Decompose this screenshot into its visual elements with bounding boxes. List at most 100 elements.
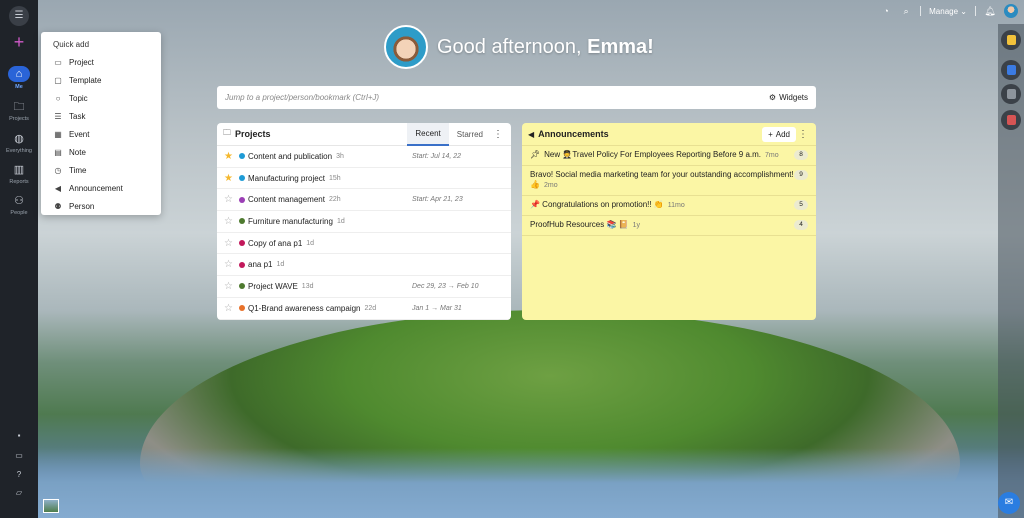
announcement-title: 📌 Congratulations on promotion!! 👏 — [530, 200, 664, 209]
announcements-button[interactable] — [1001, 84, 1021, 104]
quick-add-task[interactable]: ☰ Task — [41, 108, 161, 126]
greeting: Good afternoon, Emma! — [384, 25, 654, 69]
keyboard-icon[interactable]: ▭ — [13, 451, 25, 463]
megaphone-icon — [1006, 89, 1016, 99]
quick-add-button[interactable]: + — [0, 32, 38, 53]
sidebar-item-projects[interactable]: 🗀 Projects — [0, 100, 38, 122]
announcement-age: 7mo — [765, 152, 779, 159]
star-icon[interactable]: ☆ — [224, 259, 236, 270]
quick-add-person[interactable]: ⚉ Person — [41, 197, 161, 215]
people-icon: ⚇ — [14, 195, 24, 207]
star-icon[interactable]: ☆ — [224, 238, 236, 249]
greeting-prefix: Good afternoon, — [437, 35, 588, 58]
quick-add-topic[interactable]: ○ Topic — [41, 90, 161, 108]
timer-icon[interactable]: ◔ — [880, 5, 892, 17]
menu-item-label: Template — [69, 76, 102, 86]
sidebar-item-reports[interactable]: ▥ Reports — [0, 163, 38, 185]
bookmarks-button[interactable] — [1001, 60, 1021, 80]
quick-add-title: Quick add — [53, 40, 90, 49]
announcement-row[interactable]: 📌 Congratulations on promotion!! 👏 11mo 5 — [522, 196, 816, 216]
announcements-title: Announcements — [538, 129, 609, 139]
project-name: Content and publication — [248, 151, 333, 161]
projects-header: 🗀 Projects Recent Starred ⋮ — [217, 123, 511, 146]
sticky-notes-button[interactable] — [1001, 30, 1021, 50]
projects-title: Projects — [235, 129, 271, 139]
tab-starred[interactable]: Starred — [449, 123, 491, 146]
project-row[interactable]: ☆ Content management 22h Start: Apr 21, 23 — [217, 189, 511, 212]
projects-list: ★ Content and publication 3h Start: Jul 14,… — [217, 146, 511, 320]
menu-item-label: Task — [69, 112, 86, 122]
quick-add-time[interactable]: ◷ Time — [41, 161, 161, 179]
project-dates: Start: Apr 21, 23 — [412, 196, 463, 204]
plus-icon: + — [768, 129, 773, 139]
project-name: Q1-Brand awareness campaign — [248, 303, 361, 313]
tab-recent[interactable]: Recent — [407, 123, 449, 146]
folder-icon: 🗀 — [13, 101, 25, 113]
star-icon[interactable]: ☆ — [224, 281, 236, 292]
chevron-down-icon: ⌄ — [960, 6, 967, 16]
announcement-row[interactable]: ProofHub Resources 📚 📔 1y 4 — [522, 216, 816, 236]
search-placeholder: Jump to a project/person/bookmark (Ctrl+… — [225, 93, 380, 102]
quick-add-event[interactable]: ▦ Event — [41, 126, 161, 144]
quick-add-announcement[interactable]: ◀ Announcement — [41, 179, 161, 197]
background-thumbnail[interactable] — [43, 499, 59, 513]
announcement-text: New 🧑‍✈️Travel Policy For Employees Repo… — [544, 150, 794, 161]
star-icon[interactable]: ☆ — [224, 303, 236, 314]
project-age: 1d — [336, 217, 345, 225]
project-dates: Dec 29, 23 → Feb 10 — [412, 282, 479, 290]
user-avatar[interactable] — [1004, 4, 1018, 18]
jump-search-bar[interactable]: Jump to a project/person/bookmark (Ctrl+… — [217, 86, 816, 109]
sidebar-item-people[interactable]: ⚇ People — [0, 194, 38, 216]
add-announcement-button[interactable]: + Add — [762, 126, 796, 142]
announcement-age: 2mo — [543, 182, 558, 189]
announcements-list: 📌︎ New 🧑‍✈️Travel Policy For Employees Re… — [522, 146, 816, 236]
sidebar-item-everything[interactable]: ◍ Everything — [0, 132, 38, 154]
more-options-icon[interactable]: ⋮ — [796, 129, 810, 140]
project-row[interactable]: ☆ Furniture manufacturing 1d — [217, 211, 511, 233]
project-row[interactable]: ☆ ana p1 1d — [217, 254, 511, 277]
project-row[interactable]: ☆ Copy of ana p1 1d — [217, 233, 511, 255]
search-icon[interactable]: ⌕ — [900, 5, 912, 17]
star-icon[interactable]: ★ — [224, 173, 236, 184]
project-dates: Jan 1 → Mar 31 — [412, 304, 462, 312]
chat-icon: ○ — [55, 94, 61, 104]
project-name: Copy of ana p1 — [248, 238, 303, 248]
star-icon[interactable]: ☆ — [224, 216, 236, 227]
announcement-icon[interactable]: ▱ — [13, 488, 25, 500]
announcements-header: ◀ Announcements + Add ⋮ — [522, 123, 816, 146]
quick-add-project[interactable]: ▭ Project — [41, 54, 161, 72]
project-color-dot — [239, 218, 245, 225]
project-row[interactable]: ☆ Project WAVE 13d Dec 29, 23 → Feb 10 — [217, 276, 511, 298]
bell-icon[interactable]: 🔔︎ — [984, 5, 996, 17]
star-icon[interactable]: ★ — [224, 151, 236, 162]
announcement-text: ProofHub Resources 📚 📔 1y — [530, 220, 794, 231]
project-row[interactable]: ★ Manufacturing project 15h — [217, 168, 511, 190]
quick-add-template[interactable]: ▢ Template — [41, 72, 161, 90]
add-person-icon: ⚉ — [54, 201, 62, 211]
announcement-title: ProofHub Resources 📚 📔 — [530, 220, 629, 229]
project-name: Project WAVE — [248, 281, 298, 291]
project-row[interactable]: ☆ Q1-Brand awareness campaign 22d Jan 1 → M… — [217, 298, 511, 320]
project-age: 1d — [306, 239, 315, 247]
menu-button[interactable]: ☰ — [0, 6, 38, 26]
calculator-button[interactable] — [1001, 110, 1021, 130]
chat-support-button[interactable]: ✉ — [998, 492, 1020, 514]
manage-menu[interactable]: Manage ⌄ — [929, 7, 967, 16]
help-icon[interactable]: ? — [13, 470, 25, 482]
sidebar-item-label: Reports — [9, 179, 29, 185]
sidebar-item-label: Projects — [9, 116, 29, 122]
menu-item-label: Event — [69, 130, 90, 139]
chat-icon[interactable]: ▪ — [13, 431, 25, 443]
more-options-icon[interactable]: ⋮ — [491, 129, 505, 140]
widgets-button[interactable]: ⚙ Widgets — [769, 93, 808, 102]
project-age: 13d — [301, 282, 314, 290]
profile-avatar — [384, 25, 428, 69]
star-icon[interactable]: ☆ — [224, 194, 236, 205]
announcement-row[interactable]: Bravo! Social media marketing team for y… — [522, 166, 816, 196]
quick-add-note[interactable]: ▤ Note — [41, 143, 161, 161]
sidebar-item-me[interactable]: ⌂ Me — [0, 66, 38, 90]
home-icon: ⌂ — [8, 66, 30, 82]
announcements-widget: ◀ Announcements + Add ⋮ 📌︎ New 🧑‍✈️Travel… — [522, 123, 816, 320]
project-row[interactable]: ★ Content and publication 3h Start: Jul 14,… — [217, 146, 511, 168]
announcement-row[interactable]: 📌︎ New 🧑‍✈️Travel Policy For Employees Re… — [522, 146, 816, 166]
